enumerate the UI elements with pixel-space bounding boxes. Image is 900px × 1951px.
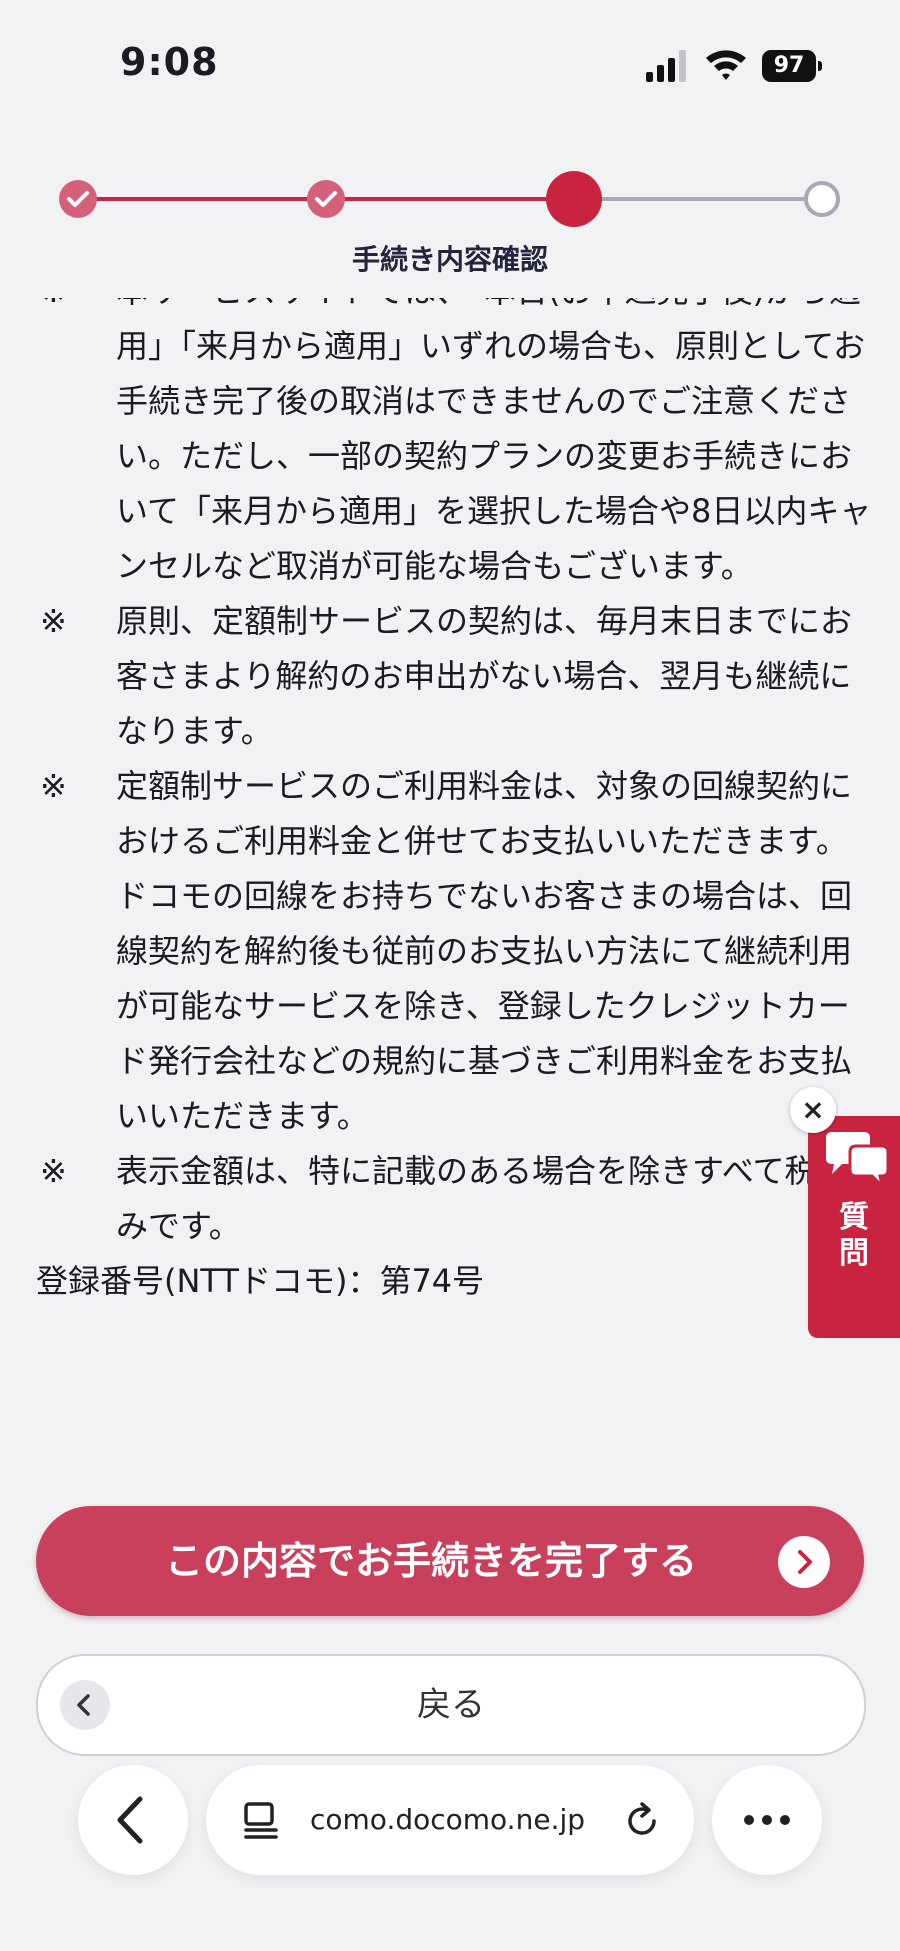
question-label-line1: 質	[839, 1200, 869, 1235]
step-connector-done	[78, 197, 326, 201]
status-time: 9:08	[120, 40, 219, 84]
note-mark: ※	[40, 767, 67, 805]
battery-icon: 97	[762, 50, 822, 82]
chevron-right-icon	[778, 1536, 830, 1588]
notes-section: ※ 本サービスサイトでは、「本日(お申込完了後)から適用」「来月から適用」いずれ…	[36, 298, 876, 1423]
battery-level: 97	[762, 50, 816, 82]
step-connector-pending	[574, 197, 822, 201]
wifi-icon	[706, 50, 746, 80]
address-bar[interactable]: como.docomo.ne.jp	[206, 1765, 694, 1875]
complete-procedure-button[interactable]: この内容でお手続きを完了する	[36, 1506, 864, 1616]
step-1-completed	[59, 180, 97, 218]
back-button-label: 戻る	[417, 1685, 485, 1725]
note-text: 原則、定額制サービスの契約は、毎月末日までにお客さまより解約のお申出がない場合、…	[116, 602, 853, 750]
note-mark: ※	[40, 602, 67, 640]
check-icon	[315, 191, 337, 207]
ellipsis-icon	[744, 1815, 790, 1825]
progress-stepper: 手続き内容確認	[0, 160, 900, 280]
reader-tabs-icon	[244, 1802, 278, 1839]
registration-number: 登録番号(NTTドコモ)：第74号	[36, 1262, 485, 1300]
reload-icon[interactable]	[622, 1801, 662, 1841]
check-icon	[67, 191, 89, 207]
browser-back-button[interactable]	[78, 1765, 188, 1875]
note-text: 定額制サービスのご利用料金は、対象の回線契約におけるご利用料金と併せてお支払いい…	[116, 767, 853, 1135]
note-mark: ※	[40, 1152, 67, 1190]
back-arrow-icon	[117, 1796, 143, 1844]
browser-toolbar: como.docomo.ne.jp	[0, 1760, 900, 1951]
step-2-completed	[307, 180, 345, 218]
status-bar: 9:08 97	[0, 0, 900, 120]
close-question-tab-button[interactable]: ×	[790, 1087, 836, 1133]
question-chat-tab[interactable]: 質 問	[808, 1116, 900, 1338]
cellular-signal-icon	[646, 50, 686, 82]
note-item: ※ 本サービスサイトでは、「本日(お申込完了後)から適用」「来月から適用」いずれ…	[36, 298, 876, 594]
back-button[interactable]: 戻る	[36, 1654, 866, 1756]
question-label-line2: 問	[839, 1236, 869, 1271]
note-item: ※ 定額制サービスのご利用料金は、対象の回線契約におけるご利用料金と併せてお支払…	[36, 759, 876, 1144]
note-text: 表示金額は、特に記載のある場合を除きすべて税込みです。	[116, 1152, 849, 1245]
step-4-pending	[804, 181, 840, 217]
step-connector-done	[326, 197, 574, 201]
complete-button-label: この内容でお手続きを完了する	[164, 1539, 697, 1583]
chat-bubbles-icon	[826, 1132, 890, 1190]
note-text: 本サービスサイトでは、「本日(お申込完了後)から適用」「来月から適用」いずれの場…	[116, 298, 872, 585]
note-item: ※ 原則、定額制サービスの契約は、毎月末日までにお客さまより解約のお申出がない場…	[36, 594, 876, 759]
more-options-button[interactable]	[712, 1765, 822, 1875]
current-step-label: 手続き内容確認	[351, 243, 548, 276]
note-mark: ※	[36, 298, 116, 594]
step-3-current	[546, 171, 602, 227]
note-item: ※ 表示金額は、特に記載のある場合を除きすべて税込みです。	[36, 1144, 876, 1254]
url-text: como.docomo.ne.jp	[310, 1803, 586, 1836]
